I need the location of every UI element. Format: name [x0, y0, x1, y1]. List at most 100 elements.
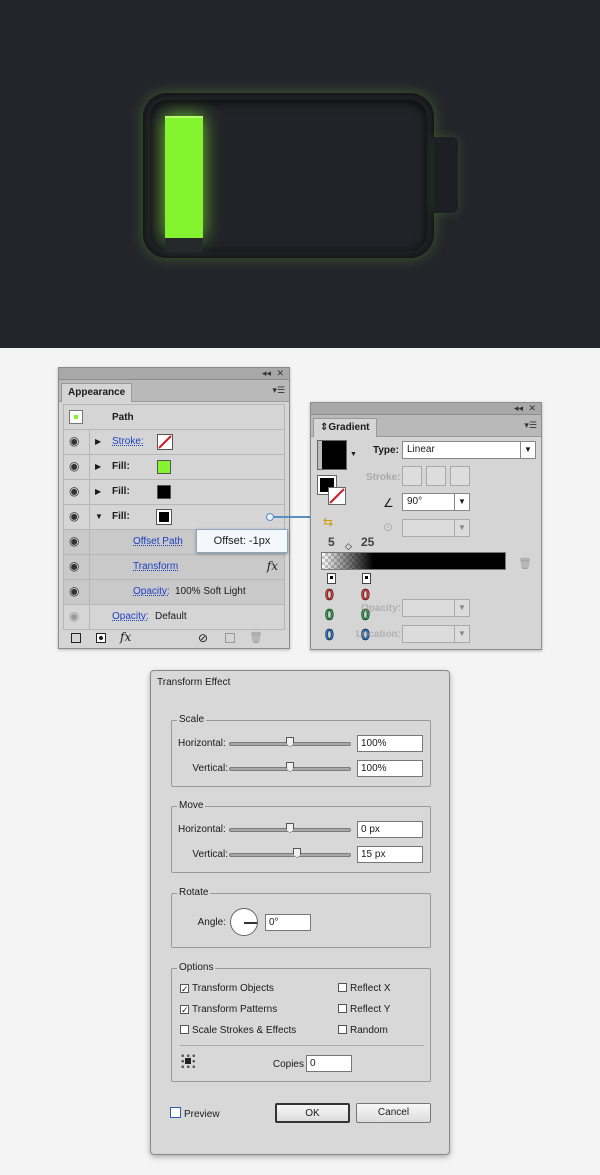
move-horizontal-slider[interactable]	[229, 823, 351, 833]
reference-point-locator-icon[interactable]	[180, 1053, 196, 1069]
reflect-y-checkbox[interactable]: Reflect Y	[338, 1004, 390, 1016]
stroke-none-swatch[interactable]	[157, 434, 173, 450]
appearance-row-fill-gradient[interactable]: ◉ ▼ Fill:	[63, 505, 285, 530]
panel-title-bar[interactable]: ◂◂ ✕	[59, 368, 289, 380]
fill-gradient-swatch[interactable]	[156, 509, 172, 525]
scale-vertical-input[interactable]: 100%	[357, 760, 423, 777]
appearance-row-fill-green[interactable]: ◉ ▶ Fill:	[63, 455, 285, 480]
expand-arrow-icon[interactable]: ▶	[95, 487, 101, 496]
slider-thumb[interactable]	[286, 737, 294, 747]
move-vertical-input[interactable]: 15 px	[357, 846, 423, 863]
gradient-stop-right[interactable]	[362, 573, 371, 584]
transform-link[interactable]: Transform	[133, 561, 178, 572]
panel-menu-icon[interactable]: ▾☰	[272, 385, 285, 396]
scale-horizontal-input[interactable]: 100%	[357, 735, 423, 752]
gradient-preset-dropdown-icon[interactable]: ▼	[350, 451, 357, 458]
clear-appearance-icon[interactable]: ⊘	[198, 631, 208, 645]
stroke-gradient-modes	[402, 466, 472, 486]
gradient-preview-swatch[interactable]	[317, 440, 347, 470]
rotate-angle-dial[interactable]	[230, 908, 258, 936]
transform-patterns-checkbox[interactable]: ✓ Transform Patterns	[180, 1004, 277, 1016]
duplicate-item-icon[interactable]	[225, 633, 235, 643]
midpoint-diamond-icon[interactable]: ◇	[345, 541, 352, 552]
panel-title-bar[interactable]: ◂◂ ✕	[311, 403, 541, 415]
fill-stroke-swatch[interactable]	[317, 475, 348, 506]
random-checkbox[interactable]: Random	[338, 1025, 388, 1037]
gradient-stop-left[interactable]	[327, 573, 336, 584]
angle-input[interactable]: 90° ▼	[402, 493, 470, 511]
aspect-ratio-icon: ⊙	[383, 520, 394, 534]
tooltip-connector-dot	[266, 513, 274, 521]
aspect-ratio-input[interactable]: ▼	[402, 519, 470, 537]
slider-thumb[interactable]	[293, 848, 301, 858]
delete-item-icon[interactable]: 🗑	[249, 631, 263, 644]
tab-appearance[interactable]: Appearance	[61, 383, 133, 402]
location-input[interactable]: ▼	[402, 625, 470, 643]
appearance-subrow-transform[interactable]: ◉ Transform fx	[63, 555, 285, 580]
scale-vertical-slider[interactable]	[229, 762, 351, 772]
cancel-button[interactable]: Cancel	[356, 1103, 431, 1123]
fill-green-swatch[interactable]	[157, 460, 171, 474]
stroke-along-icon[interactable]	[426, 466, 446, 486]
move-vertical-slider[interactable]	[229, 848, 351, 858]
appearance-header-row[interactable]: Path	[63, 404, 285, 430]
close-icon[interactable]: ✕	[276, 367, 284, 379]
close-icon[interactable]: ✕	[528, 402, 536, 414]
stop-annotation-blue-1: 0	[325, 627, 334, 645]
tab-gradient[interactable]: ⇕Gradient	[313, 418, 377, 437]
eye-icon[interactable]: ◉	[69, 610, 81, 622]
slider-thumb[interactable]	[286, 762, 294, 772]
fill-black-swatch[interactable]	[157, 485, 171, 499]
move-horizontal-input[interactable]: 0 px	[357, 821, 423, 838]
collapse-icon[interactable]: ◂◂	[514, 402, 523, 414]
object-opacity-value: Default	[155, 611, 187, 622]
eye-icon[interactable]: ◉	[69, 460, 81, 472]
eye-icon[interactable]: ◉	[69, 435, 81, 447]
object-opacity-link[interactable]: Opacity:	[112, 611, 149, 622]
angle-icon: ∠	[383, 496, 394, 510]
checkbox-empty-icon	[170, 1107, 181, 1118]
add-stroke-icon[interactable]	[71, 633, 81, 643]
stroke-label-link[interactable]: Stroke:	[112, 436, 144, 447]
expand-arrow-icon[interactable]: ▶	[95, 462, 101, 471]
panel-menu-icon[interactable]: ▾☰	[524, 420, 537, 431]
ok-button[interactable]: OK	[275, 1103, 350, 1123]
gradient-slider-bar[interactable]	[321, 552, 506, 570]
eye-icon[interactable]: ◉	[69, 485, 81, 497]
fx-icon[interactable]: fx	[267, 559, 278, 573]
expand-arrow-icon[interactable]: ▶	[95, 437, 101, 446]
scale-strokes-checkbox[interactable]: Scale Strokes & Effects	[180, 1025, 296, 1037]
transform-objects-checkbox[interactable]: ✓ Transform Objects	[180, 983, 274, 995]
scale-horizontal-slider[interactable]	[229, 737, 351, 747]
collapse-icon[interactable]: ◂◂	[262, 367, 271, 379]
path-thumbnail-icon	[69, 410, 83, 424]
eye-icon[interactable]: ◉	[69, 585, 81, 597]
stroke-across-icon[interactable]	[450, 466, 470, 486]
copies-input[interactable]: 0	[306, 1055, 352, 1072]
reverse-gradient-icon[interactable]: ⇆	[323, 515, 333, 529]
add-fill-icon[interactable]	[96, 633, 106, 643]
add-effect-fx-icon[interactable]: fx	[120, 630, 131, 644]
delete-stop-icon[interactable]: 🗑	[518, 557, 532, 570]
rotate-angle-input[interactable]: 0°	[265, 914, 311, 931]
appearance-row-stroke[interactable]: ◉ ▶ Stroke:	[63, 430, 285, 455]
reflect-x-checkbox[interactable]: Reflect X	[338, 983, 391, 995]
appearance-row-object-opacity[interactable]: ◉ Opacity: Default	[63, 605, 285, 630]
offset-path-link[interactable]: Offset Path	[133, 536, 183, 547]
stroke-within-icon[interactable]	[402, 466, 422, 486]
eye-icon[interactable]: ◉	[69, 560, 81, 572]
appearance-subrow-opacity[interactable]: ◉ Opacity: 100% Soft Light	[63, 580, 285, 605]
eye-icon[interactable]: ◉	[69, 535, 81, 547]
preview-checkbox[interactable]: Preview	[170, 1107, 220, 1121]
slider-thumb[interactable]	[286, 823, 294, 833]
type-select[interactable]: Linear ▼	[402, 441, 536, 459]
battery-cell-base	[165, 238, 203, 252]
fill-label: Fill:	[112, 511, 130, 522]
appearance-row-fill-black[interactable]: ◉ ▶ Fill:	[63, 480, 285, 505]
opacity-link[interactable]: Opacity:	[133, 586, 170, 597]
opacity-input[interactable]: ▼	[402, 599, 470, 617]
eye-icon[interactable]: ◉	[69, 510, 81, 522]
options-divider	[180, 1045, 424, 1046]
battery-charge-cell[interactable]	[165, 116, 203, 238]
collapse-arrow-icon[interactable]: ▼	[95, 512, 103, 521]
